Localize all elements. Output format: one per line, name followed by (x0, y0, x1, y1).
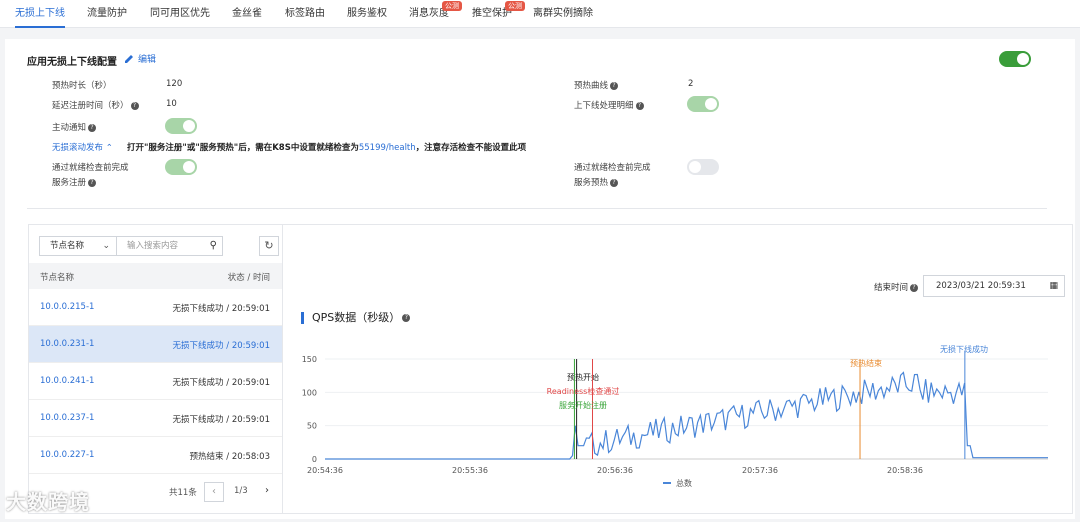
search-input[interactable]: 输入搜索内容 ⚲ (117, 236, 223, 256)
table-row[interactable]: 10.0.0.215-1 无损下线成功 / 20:59:01 (29, 289, 282, 326)
node-ip[interactable]: 10.0.0.227-1 (40, 450, 94, 460)
warmup-time-label: 预热时长（秒） (52, 81, 112, 91)
readiness-warmup-label: 通过就绪检查前完成 (574, 163, 651, 173)
tab-canary[interactable]: 金丝雀 (232, 0, 262, 28)
event-marker-label: 预热开始 (567, 372, 599, 382)
event-marker-label: 服务开始注册 (559, 400, 607, 410)
qps-chart-panel: 结束时间? 2023/03/21 20:59:31 ▦ QPS数据（秒级）? 05… (283, 224, 1073, 514)
active-notify-label: 主动通知? (52, 121, 97, 133)
x-tick-label: 20:58:36 (887, 466, 923, 475)
readiness-register-label-2: 服务注册? (52, 176, 97, 188)
table-header: 节点名称 状态 / 时间 (29, 263, 282, 289)
lossless-main-toggle[interactable] (999, 51, 1031, 67)
table-row[interactable]: 10.0.0.231-1 无损下线成功 / 20:59:01 (29, 326, 282, 363)
help-icon[interactable]: ? (910, 283, 919, 292)
node-list-panel: 节点名称 ⌄ 输入搜索内容 ⚲ ↻ 节点名称 状态 / 时间 10.0.0.215-… (28, 224, 283, 514)
legend-label: 总数 (676, 478, 692, 488)
online-offline-detail-label: 上下线处理明细? (574, 99, 644, 111)
col-status-time: 状态 / 时间 (227, 273, 270, 283)
table-row[interactable]: 10.0.0.237-1 无损下线成功 / 20:59:01 (29, 400, 282, 437)
event-marker-label: 预热结束 (850, 358, 882, 368)
event-marker-label: Readiness检查通过 (547, 386, 620, 396)
y-tick-label: 150 (302, 355, 317, 364)
node-ip[interactable]: 10.0.0.231-1 (40, 339, 94, 349)
delay-register-value: 10 (166, 99, 177, 109)
help-icon[interactable]: ? (88, 178, 97, 187)
event-marker-label: 无损下线成功 (940, 344, 988, 354)
online-offline-detail-toggle[interactable] (687, 96, 719, 112)
col-node-name: 节点名称 (40, 273, 75, 283)
top-tab-bar: 无损上下线 流量防护 同可用区优先 金丝雀 标签路由 服务鉴权 消息灰度 公测 … (0, 0, 1080, 28)
delay-register-label: 延迟注册时间（秒）? (52, 99, 139, 111)
help-icon[interactable]: ? (610, 81, 619, 90)
node-status: 无损下线成功 / 20:59:01 (172, 304, 270, 314)
prev-page-button[interactable]: ‹ (204, 482, 224, 502)
tab-lossless[interactable]: 无损上下线 (15, 0, 65, 28)
warmup-curve-label: 预热曲线? (574, 79, 619, 91)
node-status: 无损下线成功 / 20:59:01 (172, 378, 270, 388)
refresh-button[interactable]: ↻ (259, 236, 279, 256)
x-tick-label: 20:55:36 (452, 466, 488, 475)
help-icon[interactable]: ? (635, 101, 644, 110)
y-tick-label: 100 (302, 388, 317, 397)
node-ip[interactable]: 10.0.0.237-1 (40, 413, 94, 423)
help-icon[interactable]: ? (130, 101, 139, 110)
active-notify-toggle[interactable] (165, 118, 197, 134)
rolling-release-link[interactable]: 无损滚动发布 ⌃ (52, 141, 113, 153)
filter-select[interactable]: 节点名称 ⌄ (39, 236, 117, 256)
watermark-logo: 大数跨境 (6, 490, 90, 514)
refresh-icon: ↻ (264, 239, 274, 252)
chevron-right-icon: › (265, 485, 269, 496)
tab-service-auth[interactable]: 服务鉴权 (347, 0, 387, 28)
tab-flow-protection[interactable]: 流量防护 (87, 0, 127, 28)
qps-line-chart: 0 50 100 150 20:54:36 20:55:36 20:56:36 20:57:3… (302, 344, 1048, 488)
pencil-icon (125, 54, 133, 63)
next-page-button[interactable]: › (257, 482, 277, 502)
node-ip[interactable]: 10.0.0.241-1 (40, 376, 94, 386)
readiness-warmup-label-2: 服务预热? (574, 176, 619, 188)
x-tick-label: 20:57:36 (742, 466, 778, 475)
table-row[interactable]: 10.0.0.241-1 无损下线成功 / 20:59:01 (29, 363, 282, 400)
search-icon[interactable]: ⚲ (210, 237, 217, 255)
node-status: 无损下线成功 / 20:59:01 (172, 415, 270, 425)
x-tick-label: 20:56:36 (597, 466, 633, 475)
readiness-register-label: 通过就绪检查前完成 (52, 163, 129, 173)
health-port-link[interactable]: 55199/health (359, 143, 416, 153)
total-count: 共11条 (169, 488, 197, 498)
x-tick-label: 20:54:36 (307, 466, 343, 475)
divider (27, 208, 1047, 209)
config-title: 应用无损上下线配置 (27, 57, 117, 68)
edit-button[interactable]: 编辑 (124, 52, 156, 65)
y-tick-label: 0 (312, 455, 317, 464)
chevron-left-icon: ‹ (212, 486, 216, 497)
calendar-icon[interactable]: ▦ (1049, 276, 1058, 296)
page-indicator: 1/3 (234, 486, 248, 496)
tab-same-zone[interactable]: 同可用区优先 (150, 0, 210, 28)
help-icon[interactable]: ? (88, 123, 97, 132)
end-time-input[interactable]: 2023/03/21 20:59:31 ▦ (923, 275, 1065, 297)
readiness-register-toggle[interactable] (165, 159, 197, 175)
beta-badge: 公测 (442, 1, 462, 11)
rolling-release-note: 打开"服务注册"或"服务预热"后，需在K8S中设置就绪检查为55199/heal… (127, 143, 527, 153)
y-tick-label: 50 (307, 422, 317, 431)
warmup-time-value: 120 (166, 79, 183, 89)
beta-badge: 公测 (505, 1, 525, 11)
edit-label: 编辑 (138, 55, 157, 65)
node-ip[interactable]: 10.0.0.215-1 (40, 302, 94, 312)
readiness-warmup-toggle[interactable] (687, 159, 719, 175)
config-panel: 应用无损上下线配置 编辑 预热时长（秒） 120 延迟注册时间（秒）? 10 主… (5, 39, 1075, 519)
end-time-label: 结束时间? (874, 281, 919, 293)
warmup-curve-value: 2 (688, 79, 694, 89)
series-line (325, 371, 1048, 460)
tab-tag-routing[interactable]: 标签路由 (285, 0, 325, 28)
node-status: 无损下线成功 / 20:59:01 (172, 341, 270, 351)
chevron-down-icon: ⌄ (102, 241, 110, 251)
table-row[interactable]: 10.0.0.227-1 预热结束 / 20:58:03 (29, 437, 282, 474)
node-status: 预热结束 / 20:58:03 (189, 452, 270, 462)
tab-outlier-removal[interactable]: 离群实例摘除 (533, 0, 593, 28)
help-icon[interactable]: ? (610, 178, 619, 187)
